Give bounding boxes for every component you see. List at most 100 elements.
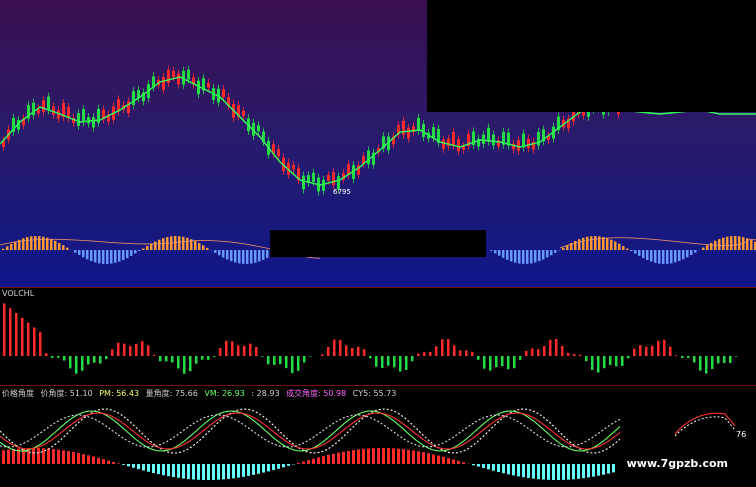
momentum-bar: [206, 247, 209, 250]
indicator-bar: [607, 464, 610, 474]
volume-bar: [321, 354, 324, 356]
volume-bar: [465, 350, 468, 356]
volume-bar: [585, 356, 588, 362]
momentum-bar: [22, 238, 25, 250]
indicator-bar: [547, 464, 550, 480]
momentum-bar: [706, 245, 709, 250]
indicator-bar: [82, 454, 85, 464]
momentum-bar: [730, 236, 733, 250]
candle-body: [47, 96, 50, 111]
momentum-bar: [690, 250, 693, 256]
candle-body: [432, 127, 435, 138]
momentum-bar: [626, 248, 629, 250]
momentum-bar: [182, 236, 185, 250]
volume-bar: [309, 356, 312, 357]
volume-bar: [51, 356, 54, 358]
momentum-bar: [154, 241, 157, 250]
momentum-bar: [138, 250, 141, 252]
momentum-bar: [38, 236, 41, 250]
volume-bar: [243, 345, 246, 356]
indicator-bar: [437, 455, 440, 464]
candle-body: [167, 69, 170, 83]
indicator-bar: [137, 464, 140, 470]
volume-bar: [333, 339, 336, 356]
candle-body: [87, 117, 90, 124]
volume-bar: [105, 356, 108, 360]
indicator-bar: [12, 448, 15, 464]
indicator-bar: [167, 464, 170, 477]
momentum-bar: [2, 248, 5, 250]
indicator-bar: [557, 464, 560, 480]
indicator-bar: [537, 464, 540, 480]
candle-body: [52, 106, 55, 115]
indicator-value-tag: 76: [736, 430, 747, 439]
momentum-bar: [94, 250, 97, 263]
momentum-bar: [78, 250, 81, 256]
volume-bar: [645, 346, 648, 356]
price-panel[interactable]: 6795: [0, 0, 756, 287]
volume-panel[interactable]: VOLCHL: [0, 287, 756, 386]
momentum-bar: [518, 250, 521, 264]
indicator-bar: [587, 464, 590, 478]
indicator-bar: [72, 452, 75, 464]
indicator-bar: [372, 448, 375, 464]
momentum-bar: [702, 247, 705, 250]
volume-bar: [477, 356, 480, 360]
candle-body: [92, 117, 95, 128]
indicator-bar: [482, 464, 485, 468]
volume-bar: [495, 356, 498, 368]
indicator-bar: [412, 450, 415, 464]
indicator-bar: [267, 464, 270, 472]
momentum-bar: [254, 250, 257, 263]
momentum-bar: [686, 250, 689, 258]
momentum-bar: [198, 243, 201, 250]
volume-bar: [339, 339, 342, 356]
volume-bar: [567, 352, 570, 356]
momentum-bar: [694, 250, 697, 253]
momentum-bar: [110, 250, 113, 264]
indicator-bar: [522, 464, 525, 478]
indicator-bar: [447, 458, 450, 464]
candle-body: [187, 69, 190, 80]
volume-bar: [201, 356, 204, 360]
indicator-bar: [532, 464, 535, 479]
indicator-panel[interactable]: 价格角度 价角度: 51.10 PM: 56.43 量角度: 75.66 VM:…: [0, 385, 756, 487]
momentum-bar: [722, 237, 725, 250]
indicator-bar: [7, 449, 10, 464]
candle-body: [177, 73, 180, 85]
candle-body: [422, 124, 425, 138]
volume-bar: [363, 349, 366, 356]
momentum-bar: [226, 250, 229, 260]
indicator-bar: [127, 464, 130, 467]
volume-bar: [699, 356, 702, 371]
volume-bar: [603, 356, 606, 369]
momentum-bar: [162, 238, 165, 250]
momentum-bar: [122, 250, 125, 260]
momentum-bar: [150, 243, 153, 250]
momentum-bar: [562, 247, 565, 250]
candle-body: [132, 91, 135, 105]
angle-line-white: [0, 408, 621, 454]
momentum-bar: [666, 250, 669, 264]
indicator-bar: [497, 464, 500, 472]
volume-bar: [723, 356, 726, 364]
indicator-bar: [52, 449, 55, 464]
candle-body: [517, 140, 520, 151]
candle-body: [487, 127, 490, 142]
angle-indicator-chart[interactable]: [0, 386, 756, 487]
indicator-bar: [272, 464, 275, 471]
volume-bar: [195, 356, 198, 364]
momentum-bar: [238, 250, 241, 264]
volume-chart[interactable]: [0, 288, 756, 386]
momentum-bar: [630, 250, 633, 252]
indicator-bar: [197, 464, 200, 480]
volume-bar: [621, 356, 624, 366]
volume-bar: [345, 345, 348, 356]
volume-bar: [117, 342, 120, 356]
momentum-bar: [682, 250, 685, 260]
indicator-bar: [187, 464, 190, 480]
momentum-bar: [610, 239, 613, 250]
volume-bar: [33, 327, 36, 356]
volume-bar: [501, 356, 504, 367]
candle-body: [457, 139, 460, 152]
